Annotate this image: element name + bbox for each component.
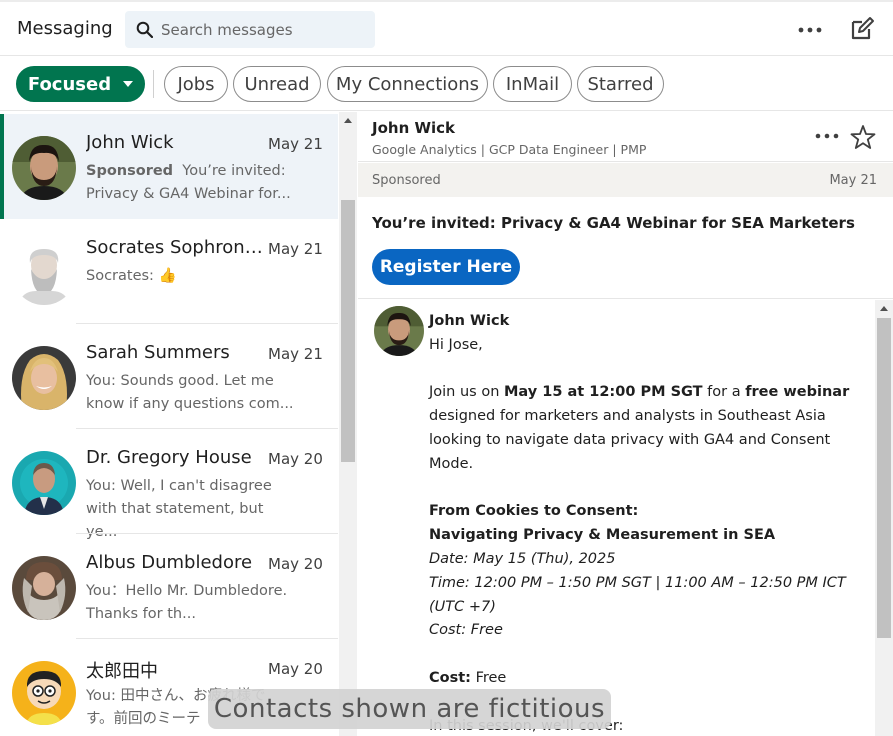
sponsored-date: May 21	[829, 173, 877, 188]
conversation-name: Dr. Gregory House	[86, 447, 252, 468]
intro-text: for a	[702, 384, 746, 401]
conversation-list-scroll-thumb[interactable]	[341, 200, 355, 462]
thread-contact-name[interactable]: John Wick	[372, 119, 455, 137]
sponsored-label: Sponsored	[372, 173, 441, 188]
more-horizontal-icon[interactable]	[814, 124, 840, 148]
search-box[interactable]: Search messages	[125, 11, 375, 48]
avatar	[12, 661, 76, 725]
focused-label: Focused	[27, 73, 112, 95]
thread-header: John Wick Google Analytics | GCP Data En…	[358, 112, 893, 162]
avatar	[12, 136, 76, 200]
cost-line: Cost: Free	[429, 667, 869, 691]
filter-divider	[153, 70, 154, 98]
focused-filter-button[interactable]: Focused	[16, 66, 145, 102]
conversation-item[interactable]: Socrates Sophronisc... May 21 Socrates: …	[0, 219, 338, 324]
thread-contact-headline: Google Analytics | GCP Data Engineer | P…	[372, 142, 647, 157]
conversation-item[interactable]: John Wick May 21 Sponsored You’re invite…	[0, 114, 338, 219]
filter-inmail[interactable]: InMail	[493, 66, 572, 102]
sponsored-bar: Sponsored May 21	[358, 163, 893, 197]
scroll-up-arrow-icon[interactable]	[344, 118, 352, 123]
intro-free: free webinar	[745, 384, 850, 401]
conversation-item[interactable]: Albus Dumbledore May 20 You：Hello Mr. Du…	[0, 534, 338, 639]
message-intro: Join us on May 15 at 12:00 PM SGT for a …	[429, 381, 869, 476]
event-time: Time: 12:00 PM – 1:50 PM SGT | 11:00 AM …	[429, 574, 846, 615]
filter-jobs[interactable]: Jobs	[164, 66, 228, 102]
conversation-snippet: Socrates: 👍	[86, 268, 177, 284]
conversation-date: May 21	[268, 240, 323, 258]
intro-text: Join us on	[429, 384, 504, 401]
thread-scroll-thumb[interactable]	[877, 318, 891, 638]
event-cost: Cost: Free	[429, 622, 503, 639]
cost-value: Free	[470, 669, 507, 686]
conversation-name: Sarah Summers	[86, 342, 230, 363]
star-icon[interactable]	[850, 124, 876, 150]
conversation-name: John Wick	[86, 132, 174, 153]
filter-bar: Focused Jobs Unread My Connections InMai…	[0, 56, 893, 111]
disclaimer-caption: Contacts shown are fictitious	[208, 689, 611, 729]
scroll-up-arrow-icon[interactable]	[880, 306, 888, 311]
intro-text: designed for marketers and analysts in S…	[429, 408, 831, 472]
event-date: Date: May 15 (Thu), 2025	[429, 550, 616, 567]
conversation-snippet: You：Hello Mr. Dumbledore. Thanks for th.…	[86, 583, 288, 622]
filter-my-connections[interactable]: My Connections	[327, 66, 488, 102]
conversation-date: May 20	[268, 450, 323, 468]
conversation-name: 太郎田中	[86, 661, 158, 682]
page-title: Messaging	[17, 18, 113, 39]
conversation-snippet: Sponsored You’re invited: Privacy & GA4 …	[86, 160, 296, 206]
conversation-item[interactable]: Sarah Summers May 21 You: Sounds good. L…	[0, 324, 338, 429]
message-body: John Wick Hi Jose, Join us on May 15 at …	[429, 310, 869, 736]
invite-title: You’re invited: Privacy & GA4 Webinar fo…	[372, 214, 855, 232]
filter-starred[interactable]: Starred	[577, 66, 664, 102]
avatar[interactable]	[374, 306, 424, 356]
register-here-button[interactable]: Register Here	[372, 249, 520, 285]
conversation-list: John Wick May 21 Sponsored You’re invite…	[0, 112, 340, 736]
conversation-date: May 21	[268, 345, 323, 363]
compose-icon[interactable]	[849, 16, 875, 42]
event-subheading: Navigating Privacy & Measurement in SEA	[429, 527, 776, 544]
conversation-name: Socrates Sophronisc...	[86, 237, 264, 258]
conversation-name: Albus Dumbledore	[86, 552, 253, 573]
conversation-snippet: You: Sounds good. Let me know if any que…	[86, 373, 294, 412]
conversation-date: May 21	[268, 135, 323, 153]
divider	[358, 298, 893, 299]
intro-date: May 15 at 12:00 PM SGT	[504, 384, 703, 401]
messaging-header: Messaging Search messages	[0, 0, 893, 56]
avatar	[12, 241, 76, 305]
avatar	[12, 556, 76, 620]
more-horizontal-icon[interactable]	[796, 16, 824, 44]
cost-label: Cost:	[429, 669, 471, 686]
conversation-item[interactable]: Dr. Gregory House May 20 You: Well, I ca…	[0, 429, 338, 540]
sponsored-tag: Sponsored	[86, 163, 174, 179]
conversation-date: May 20	[268, 660, 323, 678]
avatar	[12, 451, 76, 515]
message-thread: John Wick Google Analytics | GCP Data En…	[358, 112, 893, 736]
message-greeting: Hi Jose,	[429, 336, 483, 353]
conversation-date: May 20	[268, 555, 323, 573]
event-heading: From Cookies to Consent:	[429, 503, 639, 520]
search-icon	[136, 21, 153, 38]
filter-unread[interactable]: Unread	[233, 66, 321, 102]
search-input[interactable]: Search messages	[161, 21, 293, 39]
message-sender[interactable]: John Wick	[429, 310, 869, 334]
caret-down-icon	[123, 81, 134, 87]
avatar	[12, 346, 76, 410]
